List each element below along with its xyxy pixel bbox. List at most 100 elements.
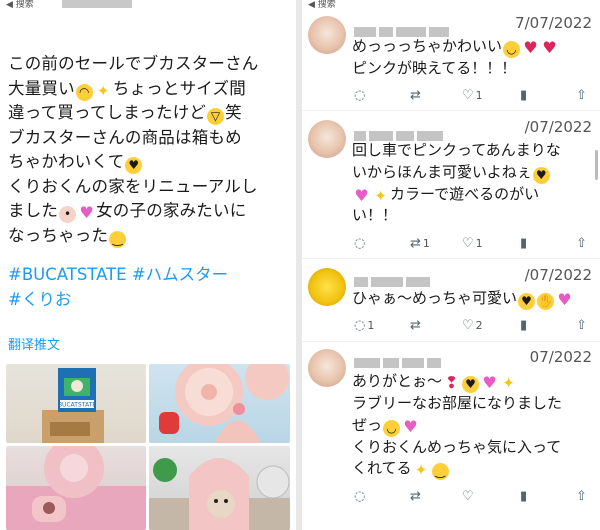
- hashtags: #BUCATSTATE #ハムスター #くりお: [8, 263, 290, 312]
- like-icon: ♡: [462, 88, 474, 103]
- reply-text: 回し車でピンクってあんまりな いからほんま可愛いよねぇ ♥ ♥ ✦ カラーで遊べるのが…: [352, 141, 561, 224]
- reply-date: /07/2022: [524, 118, 592, 136]
- avatar[interactable]: [308, 349, 346, 387]
- views-button[interactable]: ▮: [520, 489, 529, 504]
- share-button[interactable]: ⇧: [576, 489, 587, 504]
- tweet-line: 大量買い ◠ ✦ ちょっとサイズ間: [8, 78, 246, 101]
- blurred-username: [354, 272, 474, 287]
- retweet-button[interactable]: ⇄: [410, 88, 423, 103]
- photo-hamster-in-house[interactable]: [149, 446, 290, 530]
- reply-text: ひゃぁ～めっちゃ可愛い ♥ ✋ ♥: [352, 289, 572, 310]
- pink-heart-emoji-icon: ♥: [403, 416, 418, 436]
- like-button[interactable]: ♡: [462, 489, 476, 504]
- retweet-button[interactable]: ⇄: [410, 489, 423, 504]
- wheel-illustration: [159, 364, 289, 443]
- retweet-button[interactable]: ⇄: [410, 318, 423, 333]
- reply-actions: ◌ ⇄ ♡ 1 ▮ ⇧: [352, 88, 592, 104]
- hamster-emoji-icon: •: [59, 206, 77, 223]
- reply-actions: ◌ 1 ⇄ ♡ 2 ▮ ⇧: [352, 318, 592, 334]
- sparkling-heart-emoji-icon: ♥: [79, 203, 94, 222]
- retweet-icon: ⇄: [410, 236, 421, 251]
- reply-item[interactable]: 07/2022 ありがとぉ～ ❢ ♥ ♥ ✦ ラブリーなお部屋になりました ぜっ ◡ ♥ く…: [302, 343, 600, 530]
- reply-button[interactable]: ◌: [354, 88, 367, 103]
- like-icon: ♡: [462, 236, 474, 251]
- avatar[interactable]: [308, 268, 346, 306]
- retweet-icon: ⇄: [410, 318, 421, 333]
- like-button[interactable]: ♡ 1: [462, 236, 483, 251]
- main-tweet-panel: ◀ 搜索 この前のセールでブカスターさん 大量買い ◠ ✦ ちょっとサイズ間 違って買…: [0, 0, 296, 530]
- views-button[interactable]: ▮: [520, 318, 529, 333]
- reply-date: /07/2022: [524, 266, 592, 284]
- sparkling-heart-emoji-icon: ♥: [557, 290, 572, 309]
- avatar[interactable]: [308, 120, 346, 158]
- reply-text: ありがとぉ～ ❢ ♥ ♥ ✦ ラブリーなお部屋になりました ぜっ ◡ ♥ くりおくんめっちゃ…: [352, 372, 563, 480]
- hashtag-link[interactable]: #くりお: [8, 288, 290, 313]
- tweet-line: 違って買ってしまったけど ▽ 笑: [8, 103, 242, 125]
- like-button[interactable]: ♡ 2: [462, 318, 483, 333]
- tweet-line: ました • ♥ 女の子の家みたいに: [8, 201, 247, 223]
- replies-panel: ◀ 搜索 7/07/2022 めっっっちゃかわいい ◡ ♥ ♥ ピンクが映えてる！！！…: [302, 0, 600, 530]
- reply-item[interactable]: /07/2022 回し車でピンクってあんまりな いからほんま可愛いよねぇ ♥ ♥ ✦…: [302, 112, 600, 256]
- red-heart-emoji-icon: ♥: [523, 38, 538, 57]
- photo-pink-wheel[interactable]: [149, 364, 290, 443]
- tweet-line: ブカスターさんの商品は箱もめ: [8, 127, 242, 147]
- share-icon: ⇧: [576, 236, 587, 251]
- views-icon: ▮: [520, 88, 528, 103]
- hashtag-link[interactable]: #BUCATSTATE #ハムスター: [8, 263, 290, 288]
- bedding-illustration: [6, 446, 146, 530]
- tweet-line: なっちゃった ‿: [8, 224, 290, 249]
- divider: [302, 258, 600, 259]
- sparkles-emoji-icon: ✦: [502, 374, 515, 392]
- smiling-face-emoji-icon: ◠: [75, 83, 93, 101]
- like-icon: ♡: [462, 489, 474, 504]
- share-button[interactable]: ⇧: [576, 88, 587, 103]
- divider: [302, 341, 600, 342]
- reply-date: 07/2022: [529, 348, 592, 366]
- hamster-house-illustration: [149, 458, 290, 530]
- views-button[interactable]: ▮: [520, 88, 529, 103]
- tweet-line: くりおくんの家をリニューアルし: [8, 176, 258, 196]
- like-button[interactable]: ♡ 1: [462, 88, 483, 103]
- back-arrow-icon: ◀: [6, 0, 13, 10]
- sparkling-heart-emoji-icon: ♥: [482, 373, 497, 392]
- blurred-username: [62, 0, 132, 8]
- reply-button[interactable]: ◌: [354, 236, 367, 251]
- heart-eyes-emoji-icon: ♥: [518, 293, 536, 310]
- sparkling-heart-emoji-icon: ♥: [354, 185, 369, 205]
- reply-icon: ◌: [354, 489, 366, 504]
- share-button[interactable]: ⇧: [576, 318, 587, 333]
- retweet-button[interactable]: ⇄ 1: [410, 236, 430, 251]
- tweet-photo-grid: BUCATSTATE: [6, 364, 290, 530]
- grimacing-face-emoji-icon: ‿: [109, 230, 127, 248]
- share-icon: ⇧: [576, 318, 587, 333]
- reply-button[interactable]: ◌: [354, 489, 367, 504]
- tweet-line: ちゃかわいくて ♥: [8, 150, 290, 175]
- reply-button[interactable]: ◌ 1: [354, 318, 374, 333]
- back-button[interactable]: ◀ 搜索: [6, 0, 34, 10]
- reply-item[interactable]: 7/07/2022 めっっっちゃかわいい ◡ ♥ ♥ ピンクが映えてる！！！ ◌ ⇄ …: [302, 8, 600, 110]
- photo-bucatstate-box[interactable]: BUCATSTATE: [6, 364, 146, 443]
- retweet-icon: ⇄: [410, 489, 421, 504]
- translate-tweet-link[interactable]: 翻译推文: [8, 334, 60, 353]
- share-button[interactable]: ⇧: [576, 236, 587, 251]
- share-icon: ⇧: [576, 489, 587, 504]
- heart-eyes-emoji-icon: ♥: [532, 166, 550, 184]
- raising-hands-emoji-icon: ✋: [537, 293, 555, 310]
- tweet-line: この前のセールでブカスターさん: [8, 54, 259, 73]
- divider: [302, 110, 600, 111]
- reply-text: めっっっちゃかわいい ◡ ♥ ♥ ピンクが映えてる！！！: [352, 37, 557, 77]
- grimacing-face-emoji-icon: ‿: [431, 463, 449, 480]
- avatar[interactable]: [308, 16, 346, 54]
- views-button[interactable]: ▮: [520, 236, 529, 251]
- box-label: BUCATSTATE: [58, 402, 96, 409]
- smiling-face-emoji-icon: ◡: [383, 419, 401, 437]
- exclamation-emoji-icon: ❢: [444, 373, 459, 392]
- photo-hamster-house-bedding[interactable]: [6, 446, 146, 530]
- reply-actions: ◌ ⇄ ♡ ▮ ⇧: [352, 489, 592, 505]
- blurred-username: [354, 126, 474, 141]
- box-illustration: BUCATSTATE: [42, 368, 104, 443]
- scrollbar[interactable]: [595, 150, 598, 180]
- top-bar: ◀ 搜索: [0, 0, 296, 10]
- reply-item[interactable]: /07/2022 ひゃぁ～めっちゃ可愛い ♥ ✋ ♥ ◌ 1 ⇄ ♡ 2 ▮ ⇧: [302, 260, 600, 340]
- blurred-username: [354, 22, 474, 37]
